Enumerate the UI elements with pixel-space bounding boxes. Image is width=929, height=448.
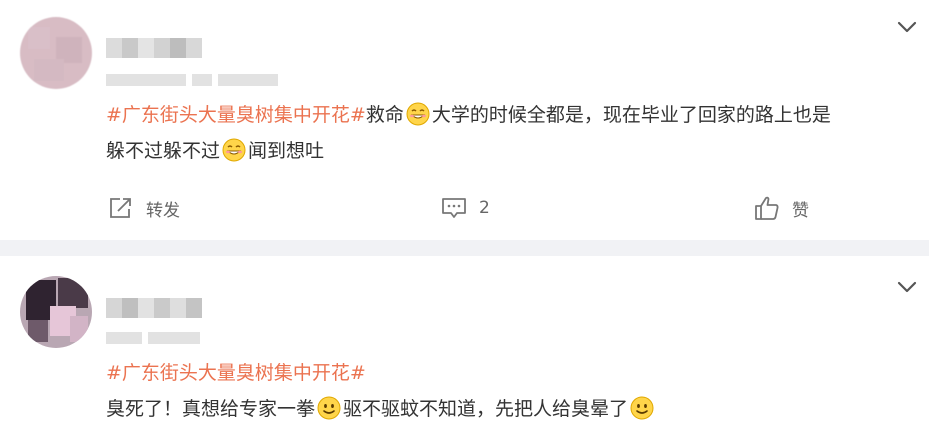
post-meta-blurred [106,74,278,86]
hashtag-link[interactable]: #广东街头大量臭树集中开花# [106,104,366,126]
username-blurred[interactable] [106,38,202,58]
repost-label: 转发 [146,200,180,221]
post-text: #广东街头大量臭树集中开花# 臭死了！真想给专家一拳 驱不驱蚊不知道，先把人给臭晕… [106,355,906,427]
text-segment: 臭死了！真想给专家一拳 [106,398,316,420]
hashtag-link[interactable]: #广东街头大量臭树集中开花# [106,362,366,384]
post-text: #广东街头大量臭树集中开花#救命 大学的时候全都是，现在毕业了回家的路上也是 躲不… [106,97,906,169]
text-segment: 驱不驱蚊不知道，先把人给臭晕了 [343,398,629,420]
repost-icon [110,198,131,218]
username-blurred[interactable] [106,298,202,318]
text-segment: 闻到想吐 [248,140,325,162]
text-segment: 躲不过躲不过 [106,140,221,162]
post-card: #广东街头大量臭树集中开花# 臭死了！真想给专家一拳 驱不驱蚊不知道，先把人给臭晕… [0,256,929,448]
smile-emoji [630,396,654,420]
avatar[interactable] [20,276,92,348]
repost-button[interactable]: 转发 [108,190,180,226]
thumbs-up-icon [755,196,779,220]
post-separator [0,240,929,256]
action-bar: 转发 2 赞 [0,190,929,226]
text-segment: 救命 [365,104,404,126]
post-card: #广东街头大量臭树集中开花#救命 大学的时候全都是，现在毕业了回家的路上也是 躲不… [0,0,929,240]
comment-button[interactable]: 2 [441,190,490,226]
chevron-down-icon[interactable] [897,20,917,34]
avatar[interactable] [20,17,92,89]
like-label: 赞 [792,200,809,221]
post-meta-blurred [106,332,200,344]
comment-count: 2 [479,198,490,218]
grin-emoji [222,138,246,162]
comment-icon [442,198,466,218]
text-segment: 大学的时候全都是，现在毕业了回家的路上也是 [431,104,831,126]
like-button[interactable]: 赞 [754,190,809,226]
smile-emoji [317,396,341,420]
chevron-down-icon[interactable] [897,280,917,294]
grin-emoji [406,102,430,126]
